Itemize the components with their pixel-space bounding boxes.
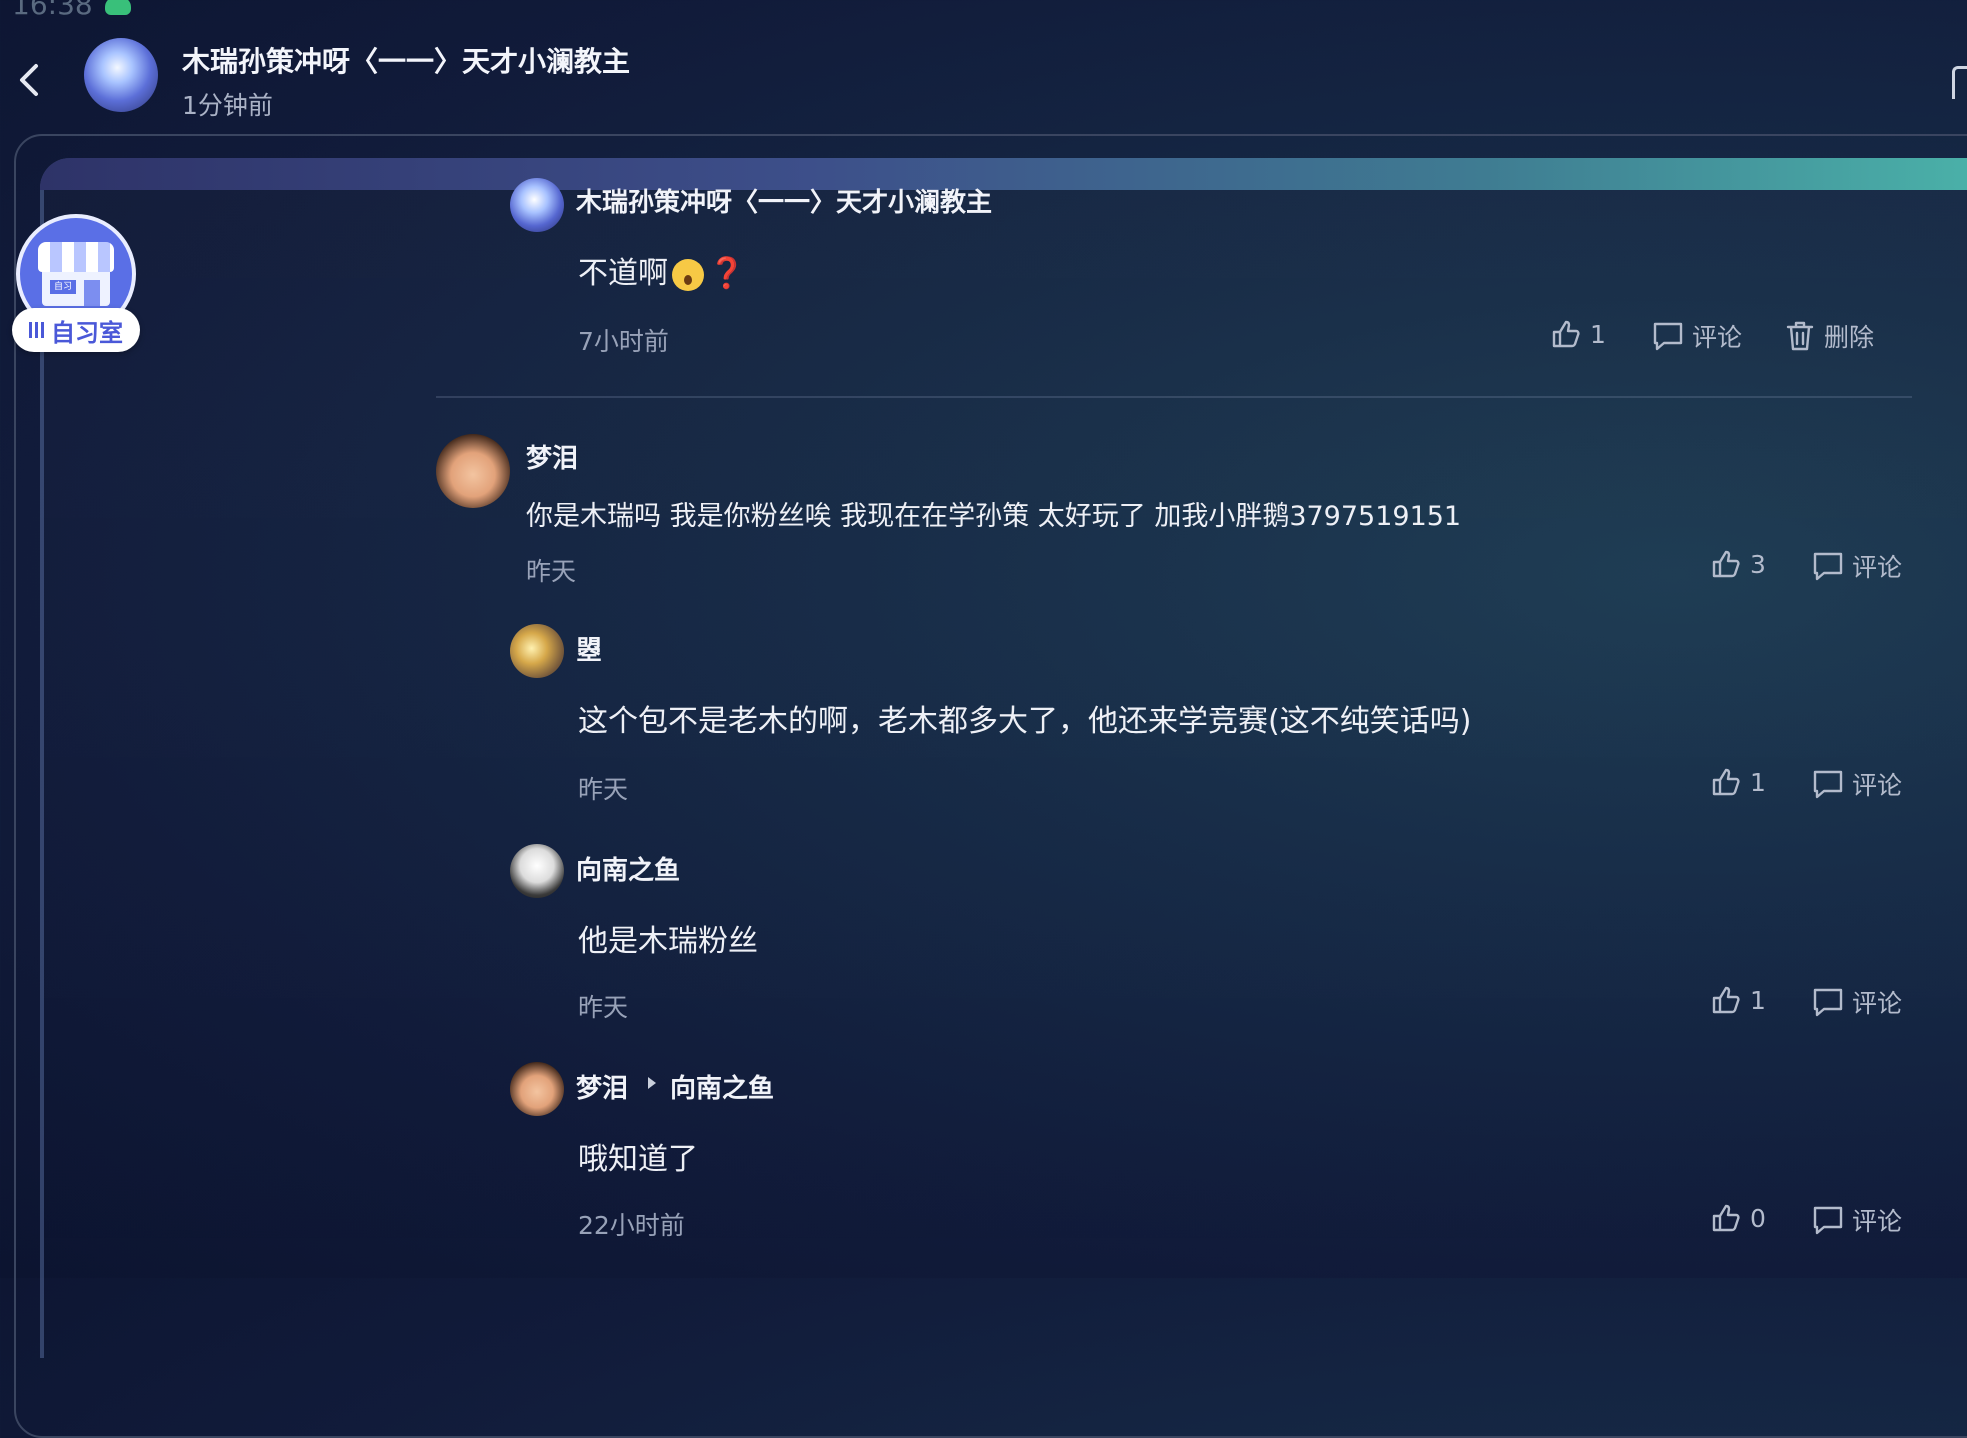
comment-button[interactable]: 评论	[1812, 548, 1902, 584]
header-avatar[interactable]	[84, 38, 158, 112]
like-count: 1	[1750, 767, 1766, 797]
like-button[interactable]: 1	[1550, 318, 1606, 350]
comment-time: 昨天	[578, 993, 629, 1022]
trash-icon	[1786, 321, 1814, 351]
comment-label: 评论	[1852, 771, 1903, 800]
comment-button[interactable]: 评论	[1812, 766, 1902, 802]
comment-label: 评论	[1692, 323, 1743, 352]
comment-bubble-icon	[1813, 770, 1843, 799]
page-subtitle: 1分钟前	[182, 91, 273, 120]
study-room-label: 自习室	[51, 318, 123, 347]
delete-label: 删除	[1824, 323, 1875, 352]
comment-button[interactable]: 评论	[1652, 318, 1742, 354]
comment-text: 他是木瑞粉丝	[578, 924, 758, 959]
comment-author: 向南之鱼	[576, 856, 681, 886]
reply-target[interactable]: 向南之鱼	[670, 1068, 774, 1105]
comment-time: 7小时前	[578, 327, 669, 356]
comment-time: 22小时前	[578, 1211, 685, 1240]
hushed-face-emoji	[672, 258, 704, 291]
bar-chart-icon	[29, 322, 45, 338]
like-button[interactable]: 1	[1710, 766, 1766, 798]
chevron-left-icon	[20, 64, 38, 96]
delete-button[interactable]: 删除	[1784, 318, 1874, 354]
comment-time: 昨天	[578, 775, 629, 804]
comment-text: 你是木瑞吗 我是你粉丝唉 我现在在学孙策 太好玩了 加我小胖鹅379751915…	[526, 501, 1462, 532]
study-room-button[interactable]: 自习室	[12, 308, 140, 352]
comment-author: 梦泪	[576, 1074, 629, 1104]
comment-bubble-icon	[1813, 1206, 1843, 1235]
comment-bubble-icon	[1653, 322, 1683, 351]
status-time: 16:38	[12, 0, 93, 21]
comment-label: 评论	[1852, 553, 1903, 582]
like-count: 0	[1750, 1203, 1766, 1233]
comment-bubble-icon	[1813, 988, 1843, 1017]
avatar[interactable]	[436, 434, 510, 508]
comment-time: 昨天	[526, 557, 577, 586]
back-button[interactable]	[14, 60, 44, 100]
comment-text: 不道啊 ❓	[578, 256, 746, 291]
thumbs-up-icon	[1712, 550, 1740, 578]
comment-label: 评论	[1852, 989, 1903, 1018]
like-count: 1	[1590, 319, 1606, 349]
thumbs-up-icon	[1712, 768, 1740, 796]
comment-text: 这个包不是老木的啊，老木都多大了，他还来学竞赛(这不纯笑话吗)	[578, 704, 1472, 739]
avatar[interactable]	[510, 178, 564, 232]
page-title: 木瑞孙策冲呀〈一一〉天才小澜教主	[182, 45, 631, 78]
share-icon[interactable]	[1952, 66, 1967, 99]
avatar[interactable]	[510, 624, 564, 678]
avatar[interactable]	[510, 1062, 564, 1116]
like-button[interactable]: 0	[1710, 1202, 1766, 1234]
comment-button[interactable]: 评论	[1812, 1202, 1902, 1238]
comment-divider	[436, 396, 1912, 398]
app-notification-icon	[104, 0, 131, 15]
comment-author: 曌	[576, 636, 603, 666]
comment-author: 木瑞孙策冲呀〈一一〉天才小澜教主	[576, 188, 993, 218]
comment-button[interactable]: 评论	[1812, 984, 1902, 1020]
comment-author: 梦泪	[526, 444, 579, 474]
like-count: 3	[1750, 549, 1766, 579]
avatar[interactable]	[510, 844, 564, 898]
like-button[interactable]: 1	[1710, 984, 1766, 1016]
thumbs-up-icon	[1712, 986, 1740, 1014]
comment-bubble-icon	[1813, 552, 1843, 581]
question-mark-emoji: ❓	[708, 256, 746, 291]
comment-label: 评论	[1852, 1207, 1903, 1236]
thumbs-up-icon	[1712, 1204, 1740, 1232]
like-button[interactable]: 3	[1710, 548, 1766, 580]
like-count: 1	[1750, 985, 1766, 1015]
thumbs-up-icon	[1552, 320, 1580, 348]
reply-arrow-icon	[648, 1077, 656, 1089]
panel-header-strip	[40, 158, 1967, 190]
status-bar: 16:38	[12, 0, 131, 21]
comment-text: 哦知道了	[578, 1142, 698, 1177]
